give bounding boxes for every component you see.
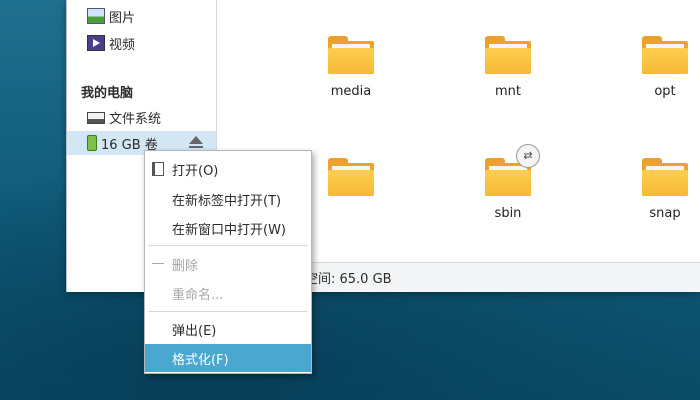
symlink-icon: ⇄ bbox=[516, 144, 540, 168]
menu-item-label: 在新标签中打开(T) bbox=[172, 193, 282, 209]
menu-item-open-new-window[interactable]: 在新窗口中打开(W) bbox=[145, 214, 311, 242]
file-name: mnt bbox=[495, 84, 521, 99]
menu-item-label: 格式化(F) bbox=[172, 352, 229, 368]
menu-item-label: 删除 bbox=[172, 258, 199, 274]
delete-icon bbox=[152, 263, 164, 264]
folder-item-opt[interactable]: opt bbox=[615, 36, 700, 99]
usb-drive-icon bbox=[87, 135, 97, 151]
folder-item-sbin[interactable]: ⇄ sbin bbox=[458, 144, 558, 221]
sidebar-item-label: 图片 bbox=[109, 10, 136, 26]
menu-separator bbox=[149, 245, 307, 246]
sidebar-item-pictures[interactable]: 图片 bbox=[67, 4, 216, 28]
sidebar-item-filesystem[interactable]: 文件系统 bbox=[67, 105, 216, 129]
sidebar-item-videos[interactable]: 视频 bbox=[67, 31, 216, 55]
file-name: snap bbox=[649, 206, 681, 221]
folder-icon bbox=[328, 158, 374, 196]
menu-item-label: 打开(O) bbox=[172, 163, 219, 179]
folder-item-hidden[interactable] bbox=[301, 158, 401, 206]
folder-item-media[interactable]: media bbox=[301, 36, 401, 99]
file-name: opt bbox=[654, 84, 676, 99]
menu-separator bbox=[149, 311, 307, 312]
folder-item-mnt[interactable]: mnt bbox=[458, 36, 558, 99]
drive-icon bbox=[87, 112, 105, 124]
menu-item-open[interactable]: 打开(O) bbox=[145, 155, 311, 183]
menu-item-label: 弹出(E) bbox=[172, 323, 217, 339]
file-name: sbin bbox=[494, 206, 522, 221]
menu-item-format[interactable]: 格式化(F) bbox=[145, 344, 311, 372]
folder-icon bbox=[642, 158, 688, 196]
menu-item-rename: 重命名... bbox=[145, 279, 311, 307]
image-icon bbox=[87, 8, 105, 24]
sidebar-item-label: 文件系统 bbox=[109, 111, 162, 127]
context-menu: 打开(O) 在新标签中打开(T) 在新窗口中打开(W) 删除 重命名... 弹出… bbox=[144, 150, 312, 374]
folder-item-snap[interactable]: snap bbox=[615, 158, 700, 221]
folder-icon bbox=[485, 36, 531, 74]
folder-icon bbox=[642, 36, 688, 74]
menu-item-eject[interactable]: 弹出(E) bbox=[145, 315, 311, 343]
sidebar-item-label: 视频 bbox=[109, 37, 136, 53]
video-icon bbox=[87, 35, 105, 51]
folder-icon bbox=[328, 36, 374, 74]
menu-item-label: 重命名... bbox=[172, 287, 224, 303]
menu-item-label: 在新窗口中打开(W) bbox=[172, 222, 286, 238]
free-space-label: 空间: 65.0 GB bbox=[305, 272, 392, 287]
eject-icon[interactable] bbox=[188, 136, 204, 150]
menu-item-open-new-tab[interactable]: 在新标签中打开(T) bbox=[145, 185, 311, 213]
sidebar-section-title: 我的电脑 bbox=[81, 86, 134, 101]
file-name: media bbox=[330, 84, 372, 99]
open-icon bbox=[152, 162, 164, 176]
menu-item-delete: 删除 bbox=[145, 250, 311, 278]
